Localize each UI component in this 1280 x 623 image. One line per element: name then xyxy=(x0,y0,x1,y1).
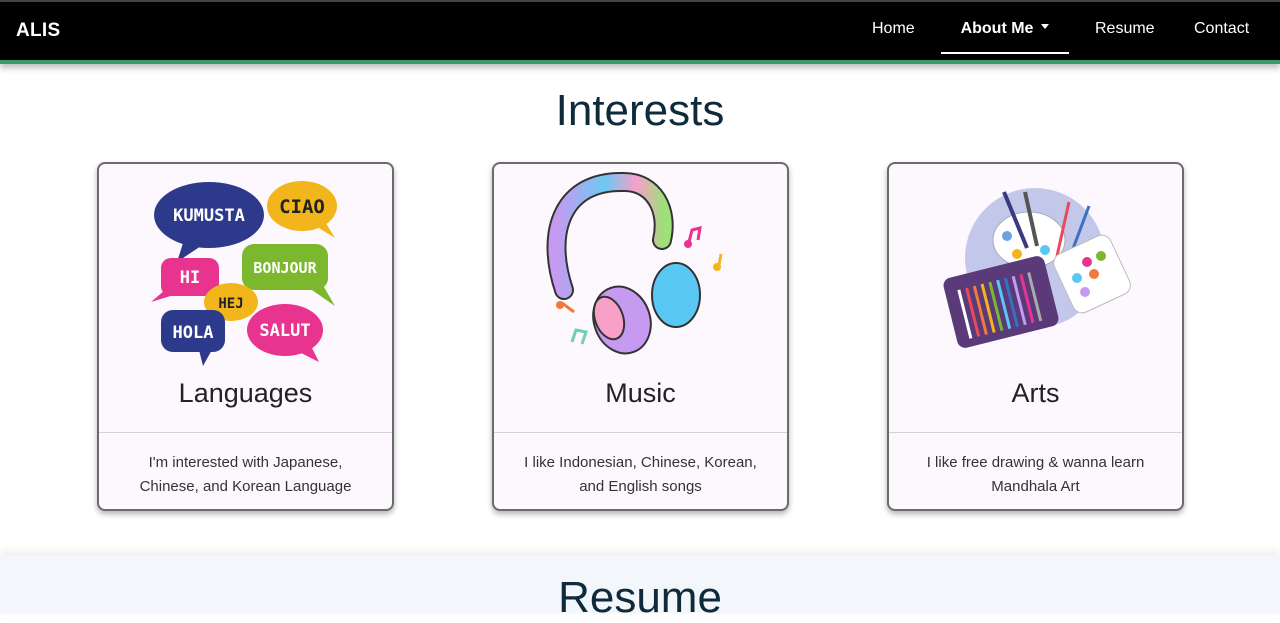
bubble-word: BONJOUR xyxy=(253,259,317,277)
caret-down-icon xyxy=(1041,24,1050,30)
card-title: Music xyxy=(605,378,676,408)
art-supplies-image xyxy=(943,188,1131,348)
section-title-interests: Interests xyxy=(555,86,725,135)
interest-card-music: Music I like Indonesian, Chinese, Korean… xyxy=(492,162,789,511)
nav-about-me-label: About Me xyxy=(960,20,1034,37)
bubble-word: SALUT xyxy=(259,321,310,341)
brand-logo[interactable]: ALIS xyxy=(16,20,60,42)
nav-about-me-dropdown[interactable]: About Me xyxy=(941,20,1069,54)
card-title: Arts xyxy=(1011,378,1060,408)
bubble-word: KUMUSTA xyxy=(173,206,245,226)
section-title-resume: Resume xyxy=(558,573,722,622)
nav-home[interactable]: Home xyxy=(872,20,915,38)
speech-bubbles-image: KUMUSTA CIAO HI BONJOUR HEJ HOLA SALUT xyxy=(151,181,337,366)
nav-resume[interactable]: Resume xyxy=(1095,20,1155,38)
headphones-image xyxy=(546,171,723,355)
navbar: ALIS Home About Me Resume Contact xyxy=(0,0,1280,64)
nav-contact[interactable]: Contact xyxy=(1194,20,1249,38)
bubble-word: HEJ xyxy=(218,296,243,312)
card-description: I'm interested with Japanese, Chinese, a… xyxy=(99,432,392,509)
bubble-word: HOLA xyxy=(173,323,214,343)
card-description: I like Indonesian, Chinese, Korean, and … xyxy=(494,432,787,509)
interest-card-arts: Arts I like free drawing & wanna learn M… xyxy=(887,162,1184,511)
card-title: Languages xyxy=(178,378,313,408)
card-description: I like free drawing & wanna learn Mandha… xyxy=(889,432,1182,509)
bubble-word: HI xyxy=(180,268,200,288)
interest-card-languages: KUMUSTA CIAO HI BONJOUR HEJ HOLA SALUT L… xyxy=(97,162,394,511)
bubble-word: CIAO xyxy=(279,196,325,218)
